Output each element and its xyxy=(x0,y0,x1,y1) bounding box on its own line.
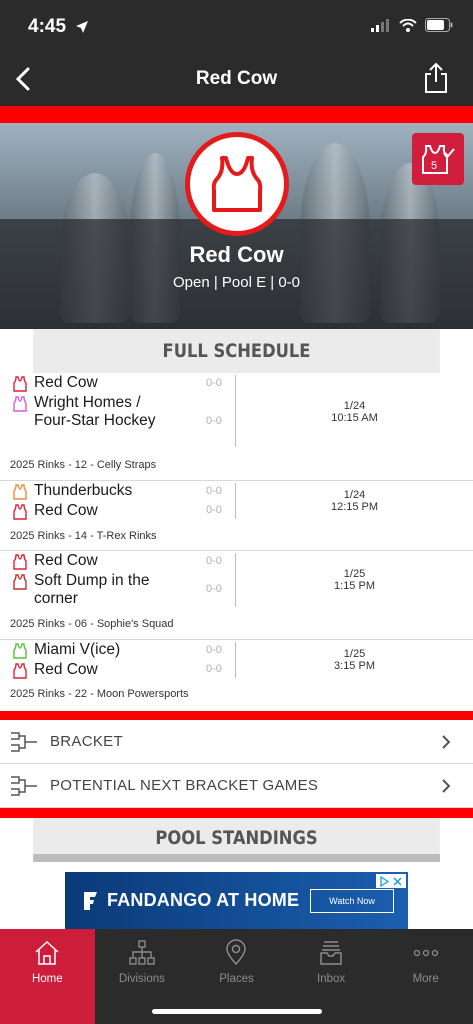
tab-label: Divisions xyxy=(118,973,165,985)
team-name: Thunderbucks xyxy=(34,482,133,499)
jersey-icon xyxy=(13,662,27,679)
top-bar: 4:45 Red Cow xyxy=(0,0,473,106)
jersey-check-icon: 5 xyxy=(422,145,455,174)
jersey-icon xyxy=(13,503,27,520)
inbox-icon xyxy=(320,941,342,965)
tab-label: More xyxy=(412,973,439,985)
score: 0-0 xyxy=(206,377,222,389)
game-date: 1/24 xyxy=(343,489,366,501)
home-indicator xyxy=(152,1009,322,1014)
potential-games-label: POTENTIAL NEXT BRACKET GAMES xyxy=(50,777,319,794)
full-schedule-header: FULL SCHEDULE xyxy=(33,329,440,373)
team-name: Red Cow xyxy=(189,242,284,267)
game-time: 12:15 PM xyxy=(330,501,379,513)
share-icon[interactable] xyxy=(423,62,449,94)
accent-strip xyxy=(0,106,473,123)
close-icon xyxy=(393,876,402,886)
ad-brand: FANDANGO AT HOME xyxy=(107,890,300,910)
team-name: Red Cow xyxy=(34,501,98,519)
svg-text:5: 5 xyxy=(431,160,437,172)
game-date: 1/25 xyxy=(343,568,366,580)
game-time: 10:15 AM xyxy=(331,412,378,424)
divisions-icon xyxy=(129,940,155,965)
game-card[interactable]: Red Cow Soft Dump in the corner 0-0 0-0 … xyxy=(0,551,473,640)
ad-banner-area: FANDANGO AT HOME Watch Now xyxy=(0,868,473,930)
tab-home[interactable]: Home xyxy=(0,929,95,1024)
ad-choices-icon xyxy=(380,875,390,887)
tab-more[interactable]: More xyxy=(378,929,473,1024)
jersey-icon xyxy=(13,395,27,412)
team-name: Red Cow xyxy=(34,374,98,391)
team-subtitle: Open | Pool E | 0-0 xyxy=(172,274,301,291)
chevron-right-icon xyxy=(442,735,451,749)
score: 0-0 xyxy=(206,555,222,567)
team-name: Red Cow xyxy=(34,552,98,569)
fandango-logo-icon xyxy=(84,891,97,910)
home-team-row: Red Cow xyxy=(0,373,473,393)
team-logo xyxy=(185,132,289,236)
home-icon xyxy=(35,940,59,965)
score: 0-0 xyxy=(206,485,222,497)
game-card[interactable]: Miami V(ice) Red Cow 0-0 0-0 1/25 3:15 P… xyxy=(0,640,473,710)
tab-label: Inbox xyxy=(317,973,346,985)
game-card[interactable]: Red Cow Wright Homes / Four-Star Hockey … xyxy=(0,373,473,481)
location-arrow-icon xyxy=(76,21,88,33)
bracket-link[interactable]: BRACKET xyxy=(0,720,473,764)
venue: 2025 Rinks - 12 - Celly Straps xyxy=(10,459,157,471)
location-pin-icon xyxy=(226,939,247,966)
ad-banner[interactable]: FANDANGO AT HOME Watch Now xyxy=(65,872,408,929)
potential-bracket-games-link[interactable]: POTENTIAL NEXT BRACKET GAMES xyxy=(0,764,473,808)
favorite-team-button[interactable]: 5 xyxy=(412,133,464,185)
game-date: 1/25 xyxy=(343,648,366,660)
score: 0-0 xyxy=(206,415,222,427)
team-name: Miami V(ice) xyxy=(34,641,121,658)
bracket-label: BRACKET xyxy=(50,733,123,750)
bracket-icon xyxy=(11,731,37,752)
score: 0-0 xyxy=(206,644,222,656)
bracket-icon xyxy=(11,775,37,796)
team-name: Soft Dump in the corner xyxy=(34,571,150,608)
game-time: 1:15 PM xyxy=(334,580,375,592)
score: 0-0 xyxy=(206,663,222,675)
venue: 2025 Rinks - 22 - Moon Powersports xyxy=(10,688,189,700)
jersey-icon xyxy=(13,554,27,570)
team-name: Wright Homes / Four-Star Hockey xyxy=(34,393,156,430)
signal-icon xyxy=(371,18,389,32)
battery-icon xyxy=(425,18,453,32)
wifi-icon xyxy=(399,18,417,32)
status-icons xyxy=(371,18,453,32)
page-title: Red Cow xyxy=(195,68,278,89)
tab-label: Places xyxy=(219,973,254,985)
game-card[interactable]: Thunderbucks Red Cow 0-0 0-0 1/24 12:15 … xyxy=(0,481,473,551)
chevron-right-icon xyxy=(442,779,451,793)
jersey-icon xyxy=(13,643,27,659)
game-time: 3:15 PM xyxy=(334,660,375,672)
team-hero: Red Cow Open | Pool E | 0-0 5 xyxy=(0,123,473,329)
venue: 2025 Rinks - 14 - T-Rex Rinks xyxy=(10,530,157,542)
jersey-icon xyxy=(211,156,263,212)
ad-watch-button[interactable]: Watch Now xyxy=(310,889,394,913)
jersey-icon xyxy=(13,484,27,500)
accent-strip xyxy=(0,808,473,818)
more-icon xyxy=(413,949,438,957)
venue: 2025 Rinks - 06 - Sophie's Squad xyxy=(10,618,174,630)
pool-standings-header: POOL STANDINGS xyxy=(33,818,440,862)
ad-close-button[interactable] xyxy=(376,874,406,888)
game-date: 1/24 xyxy=(343,400,366,412)
score: 0-0 xyxy=(206,583,222,595)
jersey-icon xyxy=(13,573,27,590)
tab-label: Home xyxy=(31,973,63,985)
status-time: 4:45 xyxy=(28,16,67,37)
accent-strip xyxy=(0,711,473,720)
team-name: Red Cow xyxy=(34,660,98,678)
score: 0-0 xyxy=(206,504,222,516)
schedule-list: Red Cow Wright Homes / Four-Star Hockey … xyxy=(0,373,473,710)
jersey-icon xyxy=(13,376,27,392)
